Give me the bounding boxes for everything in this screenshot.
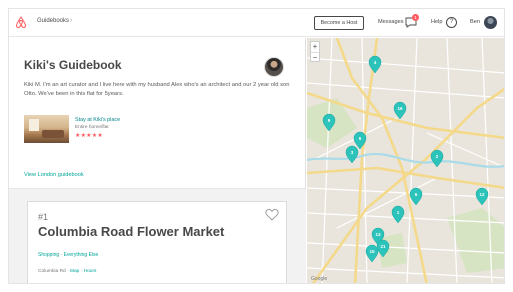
help-icon[interactable]: ?	[446, 17, 457, 28]
airbnb-logo-icon[interactable]	[15, 16, 27, 29]
listing-type: Entire home/flat	[75, 125, 109, 130]
page-title: Kiki's Guidebook	[24, 58, 122, 72]
app-window: Guidebooks › Become a Host Messages 1 He…	[8, 8, 505, 284]
map-pin-label: 15	[369, 249, 375, 254]
user-name[interactable]: Ben	[470, 19, 480, 25]
chevron-right-icon: ›	[70, 17, 73, 24]
place-number: #1	[38, 212, 49, 222]
place-categories: Shopping · Everything Else	[38, 252, 99, 258]
user-avatar[interactable]	[484, 16, 497, 29]
become-host-button[interactable]: Become a Host	[314, 16, 364, 30]
map-view[interactable]: 4 9 16 5 3 2 6 12 1 13 21 15 + − Google	[307, 38, 505, 284]
listing-link[interactable]: Stay at Kiki's place	[75, 117, 120, 123]
map-pin-label: 21	[380, 244, 386, 249]
map-attribution: Google	[311, 276, 328, 282]
hours-link[interactable]: Hours	[84, 269, 97, 274]
listing-rating-stars: ★★★★★	[75, 133, 103, 139]
listing-photo[interactable]	[24, 115, 69, 143]
map-pin-label: 13	[375, 232, 381, 237]
place-meta: Columbia Rd · Map · Hours	[38, 269, 97, 274]
messages-badge: 1	[412, 14, 419, 21]
guidebook-panel: Kiki's Guidebook Kiki M. I'm an art cura…	[9, 38, 306, 283]
map-canvas[interactable]: 49165326 121132115	[307, 38, 505, 284]
place-address: Columbia Rd	[38, 269, 66, 274]
host-avatar[interactable]	[264, 57, 284, 77]
messages-link[interactable]: Messages	[378, 19, 404, 25]
help-link[interactable]: Help	[431, 19, 443, 25]
place-card[interactable]: #1 Columbia Road Flower Market Shopping …	[27, 201, 287, 283]
heart-icon[interactable]	[265, 208, 279, 221]
guidebook-description: Kiki M. I'm an art curator and I live he…	[24, 82, 290, 97]
zoom-in-button[interactable]: +	[311, 42, 319, 52]
map-zoom-control[interactable]: + −	[310, 41, 320, 62]
view-city-guidebook-link[interactable]: View London guidebook	[24, 172, 84, 178]
map-link[interactable]: Map	[70, 269, 79, 274]
breadcrumb-guidebooks[interactable]: Guidebooks	[37, 18, 69, 24]
map-pin-label: 16	[397, 106, 403, 111]
top-navigation-bar: Guidebooks › Become a Host Messages 1 He…	[9, 9, 504, 37]
zoom-out-button[interactable]: −	[311, 53, 319, 63]
map-pin-label: 12	[479, 192, 485, 197]
place-title[interactable]: Columbia Road Flower Market	[38, 225, 238, 238]
